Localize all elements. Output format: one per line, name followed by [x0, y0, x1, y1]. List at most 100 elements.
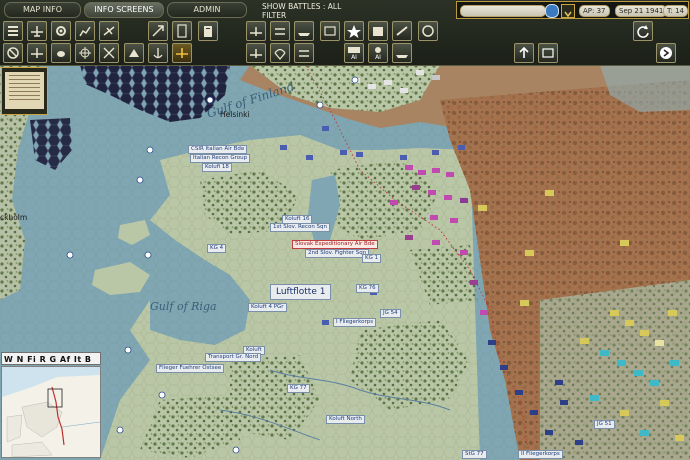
air-label-jg54[interactable]: JG 54 [380, 309, 401, 318]
weather-button[interactable] [368, 21, 388, 41]
ai-air-button[interactable]: AI [344, 43, 364, 63]
supply-icon [422, 25, 434, 37]
bomb-button[interactable] [51, 43, 71, 63]
stockholm-label: ckholm [0, 213, 28, 222]
paradrop-button[interactable] [270, 43, 290, 63]
crosshair-icon [79, 47, 91, 59]
ai-air-label: AI [351, 54, 357, 61]
star-icon [347, 25, 361, 38]
air-label-fliegerkorps[interactable]: I Fliegerkorps [333, 318, 377, 327]
transfer-button[interactable] [270, 21, 290, 41]
unit-info-button[interactable] [320, 21, 340, 41]
ai-icon: AI [348, 47, 360, 61]
air-recon-button[interactable] [27, 43, 47, 63]
globe-icon[interactable] [545, 4, 559, 18]
air-label-slovak-expeditionary[interactable]: Slovak Expeditionary Air Bde [292, 240, 378, 249]
commanders-button[interactable] [75, 21, 95, 41]
cu-button[interactable] [538, 43, 558, 63]
interdiction-button[interactable] [75, 43, 95, 63]
action-points: AP: 37 [579, 5, 610, 17]
escort-button[interactable] [294, 43, 314, 63]
replay-button[interactable] [633, 21, 653, 41]
no-filter-button[interactable] [3, 43, 23, 63]
upload-button[interactable] [514, 43, 534, 63]
plane-icon [31, 26, 43, 37]
air-label-luftflotte[interactable]: Luftflotte 1 [270, 284, 332, 300]
minimap-legend[interactable]: W N Fi R G Af It B [1, 352, 101, 365]
air-label-slov-fighter[interactable]: 2nd Slov. Fighter Sqn [305, 249, 370, 258]
air-label-csir[interactable]: CSIR Italian Air Bde [188, 145, 248, 154]
artillery-button[interactable] [392, 21, 412, 41]
ship-icon [298, 33, 310, 36]
air-label-fliegerkorps-2[interactable]: II Fliegerkorps [518, 450, 563, 459]
air-label-flieger-fuehrer[interactable]: Flieger Fuehrer Ostsee [156, 364, 225, 373]
reports-button[interactable] [172, 21, 192, 41]
air-label-kg1[interactable]: KG 1 [362, 254, 382, 263]
ground-attack-button[interactable] [124, 43, 144, 63]
map-view[interactable] [0, 0, 690, 460]
supply-button[interactable] [418, 21, 438, 41]
ship-button[interactable] [294, 21, 314, 41]
production-button[interactable] [51, 21, 71, 41]
airbase-icon [250, 27, 262, 36]
game-date: Sep 21 1941 [615, 5, 668, 17]
air-label-stg77[interactable]: StG 77 [462, 450, 487, 459]
air-label-slov-recon[interactable]: 1st Slov. Recon Sqn [270, 223, 331, 232]
air-units-button[interactable] [27, 21, 47, 41]
air-label-koluft4[interactable]: Koluft 4 PGr [248, 303, 287, 312]
dropdown-button[interactable] [561, 4, 575, 18]
plane-gold-icon [176, 48, 188, 58]
ground-units-button[interactable] [3, 21, 23, 41]
battle-filter[interactable]: SHOW BATTLES : ALL FILTER [262, 2, 341, 20]
strike-icon [103, 47, 115, 59]
tab-map-info[interactable]: MAP INFO [4, 2, 81, 18]
prohibited-icon [7, 47, 19, 59]
attack-icon [129, 49, 139, 57]
unit-icon [324, 26, 336, 36]
air-ops-button[interactable] [172, 43, 192, 63]
ai-ground-button[interactable]: AI [368, 43, 388, 63]
air-label-kg4[interactable]: KG 4 [207, 244, 227, 253]
filter-line-1: SHOW BATTLES : ALL [262, 2, 342, 11]
air-mission-button[interactable] [246, 21, 266, 41]
strike-button[interactable] [99, 43, 119, 63]
gear-icon [56, 26, 66, 36]
end-turn-button[interactable] [656, 43, 676, 63]
top-toolbar: MAP INFO INFO SCREENS ADMIN SHOW BATTLES… [0, 0, 690, 66]
minimap[interactable] [1, 366, 101, 458]
weather-icon [373, 27, 383, 36]
arrow-icon [152, 25, 164, 37]
air-list-button[interactable] [99, 21, 119, 41]
air-label-transport[interactable]: Transport Gr. Nord [205, 353, 262, 362]
status-empty-field [460, 5, 546, 17]
air-label-jg51[interactable]: JG 51 [594, 420, 615, 429]
orders-button[interactable] [198, 21, 218, 41]
air-label-kolufi18[interactable]: Kolufi 18 [202, 163, 232, 172]
ship-icon [396, 55, 408, 58]
tab-info-screens[interactable]: INFO SCREENS [84, 2, 164, 18]
next-turn-icon [660, 47, 672, 59]
minimap-view[interactable] [2, 367, 100, 457]
document-icon [177, 24, 187, 38]
tab-admin[interactable]: ADMIN [167, 2, 247, 18]
air-transfer-button[interactable] [246, 43, 266, 63]
ai-icon: AI [375, 47, 381, 61]
escort-icon [299, 50, 309, 57]
naval-button[interactable] [148, 43, 168, 63]
ai-naval-button[interactable] [392, 43, 412, 63]
move-button[interactable] [148, 21, 168, 41]
airbase-icon [250, 49, 262, 58]
air-label-kg76[interactable]: KG 76 [356, 284, 379, 293]
filter-line-2: FILTER [262, 11, 287, 20]
orders-panel[interactable] [1, 67, 48, 115]
gulf-of-riga-label: Gulf of Riga [150, 300, 217, 313]
parachute-icon [274, 48, 286, 61]
air-label-koluft-north[interactable]: Koluft North [326, 415, 365, 424]
victory-button[interactable] [344, 21, 364, 41]
gun-icon [396, 26, 408, 36]
cu-icon [542, 48, 554, 58]
ai-ground-label: AI [375, 54, 381, 61]
air-label-kg77[interactable]: KG 77 [287, 384, 310, 393]
air-label-italian-recon[interactable]: Italian Recon Group [190, 154, 251, 163]
aircraft-icon [103, 26, 115, 36]
